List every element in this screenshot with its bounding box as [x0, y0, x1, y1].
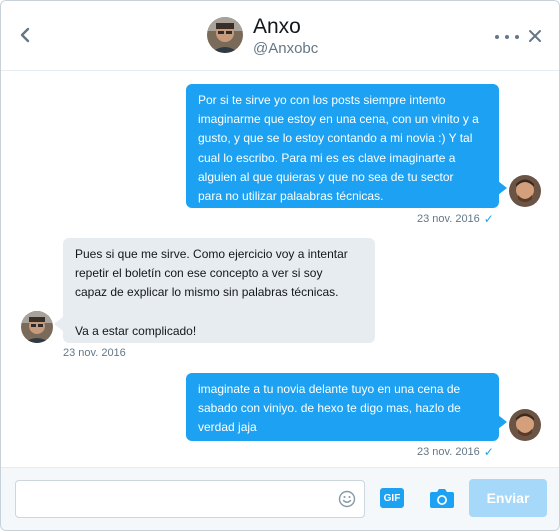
message-input-container — [15, 480, 365, 518]
back-button[interactable] — [15, 23, 35, 47]
more-horizontal-icon — [495, 35, 499, 39]
more-horizontal-icon — [505, 35, 509, 39]
message-text: cual lo escribo. Para mi es es clave ima… — [198, 150, 456, 165]
message-meta: 23 nov. 2016 ✓ — [417, 212, 494, 226]
bubble-tail — [498, 181, 507, 195]
conversation-header: Anxo @Anxobc — [1, 1, 559, 71]
profile-photo — [509, 175, 541, 207]
message-text: verdad jaja — [198, 420, 257, 435]
message-text: gusto, y que se lo estoy contando a mi n… — [198, 131, 473, 146]
message-text: Por si te sirve yo con los posts siempre… — [198, 93, 446, 107]
more-options-button[interactable] — [495, 31, 519, 43]
read-check-icon: ✓ — [483, 212, 494, 226]
dm-window: Anxo @Anxobc Por si te sirve yo con los … — [0, 0, 560, 531]
message-bubble-outgoing[interactable]: Por si te sirve yo con los posts siempre… — [186, 84, 499, 208]
message-text: alguien al que quieras y que no sea de t… — [198, 169, 454, 184]
profile-photo — [207, 17, 243, 53]
message-text: capaz de explicar lo mismo sin palabras … — [75, 285, 339, 300]
chevron-left-icon — [20, 27, 30, 43]
contact-handle: @Anxobc — [253, 40, 319, 57]
message-bubble-outgoing[interactable]: imaginate a tu novia delante tuyo en una… — [186, 373, 499, 441]
timestamp: 23 nov. 2016 — [417, 213, 480, 225]
add-photo-button[interactable] — [429, 487, 455, 509]
message-input[interactable] — [16, 481, 336, 517]
contact-name: Anxo — [253, 15, 301, 38]
message-text: imaginarme que estoy en una cena, con un… — [198, 112, 479, 127]
message-text: repetir el boletín con ese concepto a ve… — [75, 266, 323, 281]
message-text: sabado con viniyo. de hexo te digo mas, … — [198, 401, 461, 416]
avatar[interactable] — [207, 17, 243, 53]
timestamp: 23 nov. 2016 — [417, 446, 480, 458]
profile-photo — [509, 409, 541, 441]
message-text — [75, 303, 363, 322]
close-icon — [529, 30, 541, 42]
profile-photo — [21, 311, 53, 343]
message-meta: 23 nov. 2016 ✓ — [417, 445, 494, 459]
read-check-icon: ✓ — [483, 445, 494, 459]
more-horizontal-icon — [515, 35, 519, 39]
avatar[interactable] — [509, 409, 541, 441]
bubble-tail — [54, 317, 63, 331]
message-meta: 23 nov. 2016 — [63, 347, 126, 359]
gif-button[interactable]: GIF — [380, 488, 404, 508]
bubble-tail — [498, 415, 507, 429]
message-bubble-incoming[interactable]: Pues si que me sirve. Como ejercicio voy… — [63, 238, 375, 343]
message-text: para no utilizar palaabras técnicas. — [198, 189, 384, 204]
camera-icon — [430, 489, 454, 508]
timestamp: 23 nov. 2016 — [63, 347, 126, 359]
close-button[interactable] — [526, 27, 544, 45]
message-text: Va a estar complicado! — [75, 323, 197, 338]
message-text: Pues si que me sirve. Como ejercicio voy… — [75, 247, 348, 261]
message-text: imaginate a tu novia delante tuyo en una… — [198, 382, 461, 396]
emoji-icon — [338, 490, 356, 508]
send-button[interactable]: Enviar — [469, 479, 547, 517]
avatar[interactable] — [509, 175, 541, 207]
message-list: Por si te sirve yo con los posts siempre… — [1, 71, 559, 467]
avatar[interactable] — [21, 311, 53, 343]
emoji-button[interactable] — [338, 490, 356, 508]
